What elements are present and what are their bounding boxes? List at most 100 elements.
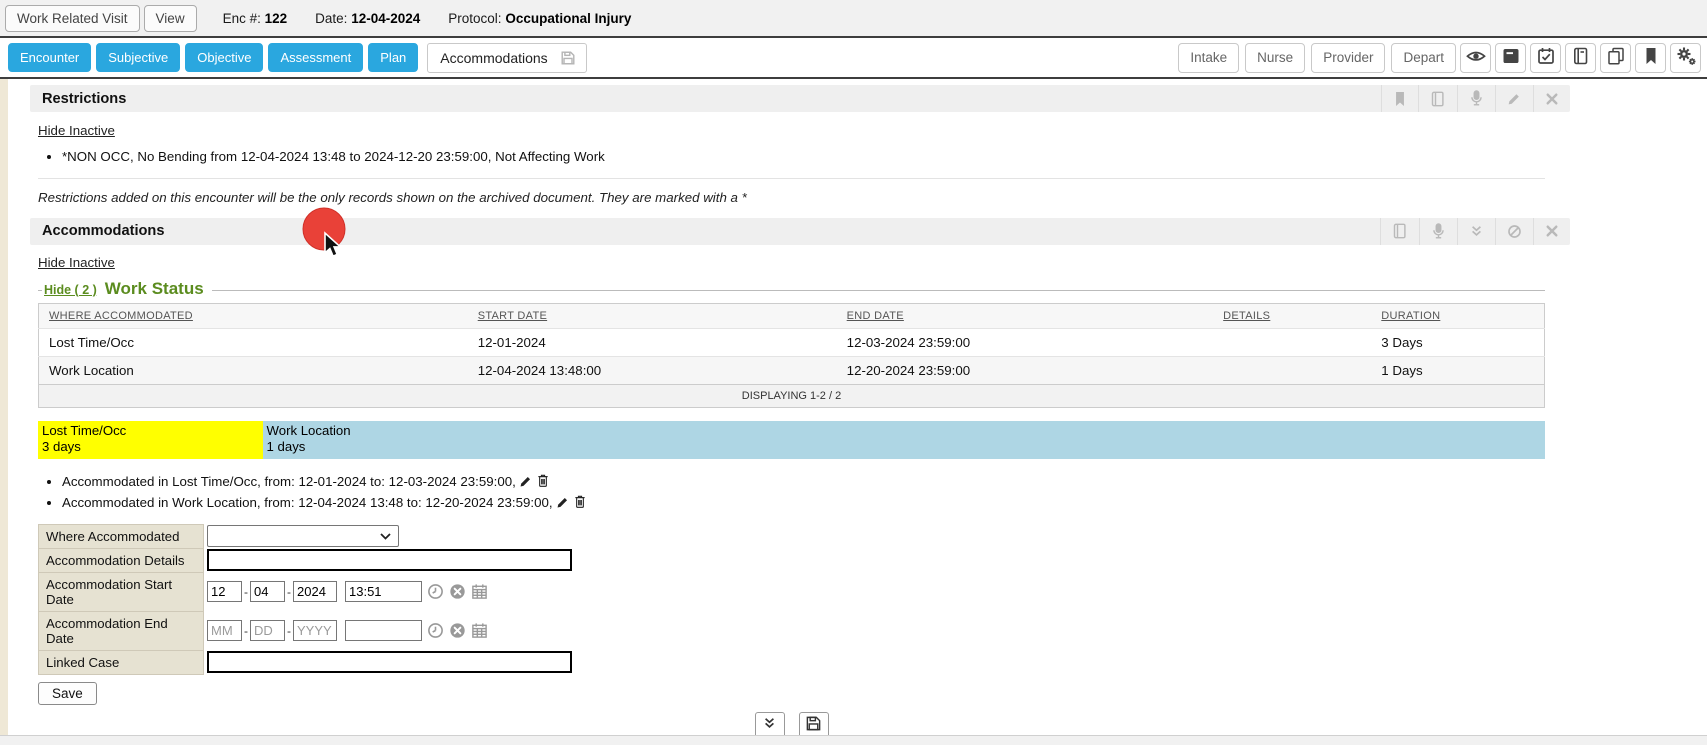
col-duration[interactable]: DURATION [1371,303,1544,328]
divider [38,178,1545,179]
bookmark-icon [1643,47,1659,68]
accommodation-details-input[interactable] [207,549,572,571]
calendar-check-icon [1537,47,1555,68]
close-icon[interactable] [1533,85,1570,112]
archive-icon-button[interactable] [1495,43,1526,73]
pencil-icon[interactable] [519,474,533,493]
view-button[interactable]: View [144,5,197,32]
work-status-legend: Work Status [105,279,204,299]
restrictions-hide-inactive-link[interactable]: Hide Inactive [38,123,115,138]
calendar-icon[interactable] [471,622,488,639]
accommodations-header-icons [1380,218,1570,245]
restriction-item: *NON OCC, No Bending from 12-04-2024 13:… [62,148,1570,166]
protocol: Protocol: Occupational Injury [448,11,631,26]
accommodations-header: Accommodations [30,218,1570,245]
tab-subjective[interactable]: Subjective [96,43,180,72]
start-day-input[interactable] [250,581,285,602]
microphone-icon[interactable] [1457,85,1495,112]
tab-plan[interactable]: Plan [368,43,418,72]
depart-button[interactable]: Depart [1391,43,1456,73]
col-end-date[interactable]: END DATE [837,303,1214,328]
col-details[interactable]: DETAILS [1213,303,1371,328]
list-item: Accommodated in Work Location, from: 12-… [62,494,1570,514]
gears-icon-button[interactable] [1670,43,1701,73]
clear-icon[interactable] [449,622,466,639]
left-accent-strip [0,79,8,735]
eye-icon-button[interactable] [1460,43,1491,73]
main-content: Restrictions Hide Inactive *NON OCC, No … [0,79,1707,745]
save-section-button[interactable] [799,712,829,738]
linked-case-input[interactable] [207,651,572,673]
end-year-input[interactable] [293,620,337,641]
accommodations-hide-inactive-link[interactable]: Hide Inactive [38,255,115,270]
table-row: Lost Time/Occ 12-01-2024 12-03-2024 23:5… [39,328,1545,356]
calendar-icon[interactable] [471,583,488,600]
eye-icon [1466,47,1486,68]
microphone-icon[interactable] [1419,218,1457,245]
calendar-check-icon-button[interactable] [1530,43,1561,73]
collapse-down-icon[interactable] [1457,218,1495,245]
book-icon[interactable] [1380,218,1419,245]
restrictions-header-icons [1381,85,1570,112]
tab-objective[interactable]: Objective [185,43,263,72]
list-item: Accommodated in Lost Time/Occ, from: 12-… [62,473,1570,493]
copy-icon-button[interactable] [1600,43,1631,73]
work-status-hide-link[interactable]: Hide ( 2 ) [44,283,97,297]
restrictions-note: Restrictions added on this encounter wil… [38,190,1570,205]
col-start-date[interactable]: START DATE [468,303,837,328]
bookmark-icon-button[interactable] [1635,43,1666,73]
encounter-info: Enc #: 122 Date: 12-04-2024 Protocol: Oc… [223,11,654,26]
pencil-icon[interactable] [556,495,570,514]
book-icon [1572,47,1590,68]
bookmark-icon[interactable] [1381,85,1418,112]
clock-icon[interactable] [427,583,444,600]
timeline-segment-lost-time: Lost Time/Occ 3 days [38,421,263,459]
book-icon[interactable] [1418,85,1457,112]
nav-bar: Encounter Subjective Objective Assessmen… [0,38,1707,79]
intake-button[interactable]: Intake [1178,43,1239,73]
pencil-icon[interactable] [1495,85,1533,112]
col-where-accommodated[interactable]: WHERE ACCOMMODATED [39,303,468,328]
book-icon-button[interactable] [1565,43,1596,73]
restrictions-list: *NON OCC, No Bending from 12-04-2024 13:… [38,148,1570,166]
where-accommodated-label: Where Accommodated [38,524,204,549]
clock-icon[interactable] [427,622,444,639]
footer-strip [0,735,1707,745]
tab-assessment[interactable]: Assessment [268,43,363,72]
end-month-input[interactable] [207,620,242,641]
restrictions-title: Restrictions [42,91,126,107]
trash-icon[interactable] [573,494,587,514]
clear-icon[interactable] [449,583,466,600]
end-time-input[interactable] [345,620,422,641]
accommodations-title: Accommodations [42,223,164,239]
restrictions-header: Restrictions [30,85,1570,112]
trash-icon[interactable] [536,473,550,493]
work-status-table: WHERE ACCOMMODATED START DATE END DATE D… [38,303,1545,408]
chevron-down-icon [380,533,391,540]
start-year-input[interactable] [293,581,337,602]
work-related-visit-button[interactable]: Work Related Visit [5,5,140,32]
accommodation-entries: Accommodated in Lost Time/Occ, from: 12-… [38,473,1570,514]
close-icon[interactable] [1533,218,1570,245]
nurse-button[interactable]: Nurse [1245,43,1305,73]
where-accommodated-select[interactable] [207,525,399,547]
save-floppy-icon [805,715,822,735]
tab-accommodations-active[interactable]: Accommodations [427,43,586,73]
start-month-input[interactable] [207,581,242,602]
provider-button[interactable]: Provider [1311,43,1385,73]
chevrons-down-icon [762,716,777,733]
disable-icon[interactable] [1495,218,1533,245]
work-status-fieldset: Hide ( 2 ) Work Status WHERE ACCOMMODATE… [38,290,1545,408]
table-paging-status: DISPLAYING 1-2 / 2 [39,384,1545,407]
start-time-input[interactable] [345,581,422,602]
timeline-segment-work-location: Work Location 1 days [263,421,1545,459]
table-row: Work Location 12-04-2024 13:48:00 12-20-… [39,356,1545,384]
top-bar: Work Related Visit View Enc #: 122 Date:… [0,0,1707,38]
end-day-input[interactable] [250,620,285,641]
accommodation-start-date-label: Accommodation Start Date [38,572,204,612]
save-button[interactable]: Save [38,682,97,705]
tab-encounter[interactable]: Encounter [8,43,91,72]
accommodation-end-date-label: Accommodation End Date [38,611,204,651]
section-footer-controls [38,712,1545,738]
collapse-down-button[interactable] [755,712,785,738]
